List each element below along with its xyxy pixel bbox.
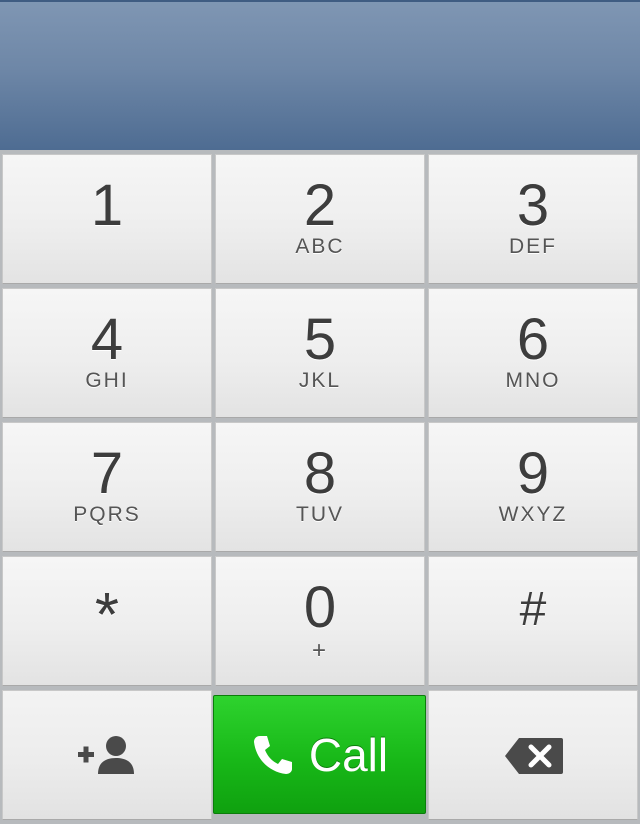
key-digit: 8 [303,441,337,506]
key-7[interactable]: 7 PQRS [2,422,212,552]
key-digit: * [94,581,120,650]
key-letters: + [311,637,328,664]
key-hash[interactable]: # [428,556,638,686]
call-label: Call [308,728,389,781]
add-contact-button[interactable] [2,690,212,820]
key-3[interactable]: 3 DEF [428,154,638,284]
key-digit: 3 [516,173,550,238]
key-4[interactable]: 4 GHI [2,288,212,418]
key-letters: DEF [509,235,557,258]
key-digit: 5 [303,307,337,372]
key-2[interactable]: 2 ABC [215,154,425,284]
key-digit: 2 [303,173,337,238]
key-9[interactable]: 9 WXYZ [428,422,638,552]
key-digit: # [519,583,547,636]
key-letters: JKL [298,369,342,392]
key-6[interactable]: 6 MNO [428,288,638,418]
key-digit: 1 [90,173,124,238]
key-letters: PQRS [73,503,141,526]
key-digit: 4 [90,307,124,372]
key-8[interactable]: 8 TUV [215,422,425,552]
key-letters: MNO [505,369,561,392]
call-button[interactable]: Call [213,695,426,814]
key-letters: WXYZ [498,503,568,526]
backspace-icon [429,691,639,821]
delete-button[interactable] [428,690,638,820]
key-digit: 7 [90,441,124,506]
key-1[interactable]: 1 [2,154,212,284]
key-letters: TUV [296,503,344,526]
key-star[interactable]: * [2,556,212,686]
key-letters: GHI [85,369,129,392]
phone-icon [251,733,295,777]
add-contact-icon [3,691,213,821]
key-digit: 9 [516,441,550,506]
key-letters: ABC [295,235,345,258]
key-0[interactable]: 0 + [215,556,425,686]
key-5[interactable]: 5 JKL [215,288,425,418]
key-digit: 6 [516,307,550,372]
dialer-header [0,0,640,150]
key-digit: 0 [303,575,337,640]
